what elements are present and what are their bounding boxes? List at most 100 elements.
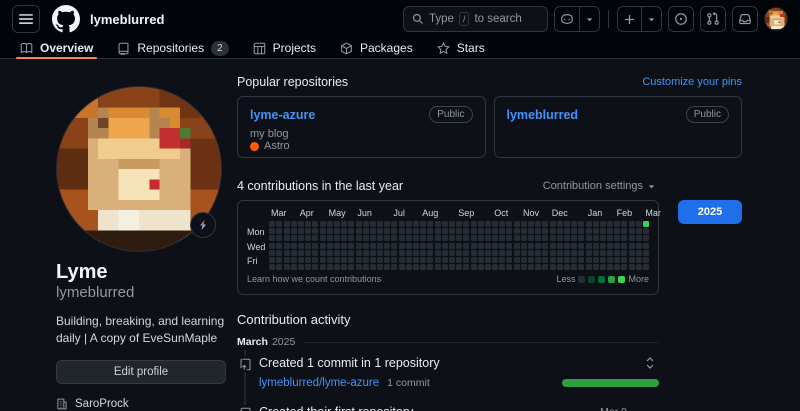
contribution-cell[interactable] [291,250,297,256]
contribution-cell[interactable] [535,264,541,270]
contribution-cell[interactable] [356,221,362,227]
contribution-cell[interactable] [377,264,383,270]
contribution-cell[interactable] [312,257,318,263]
contribution-cell[interactable] [542,250,548,256]
tab-packages[interactable]: Packages [330,38,423,58]
contribution-cell[interactable] [377,257,383,263]
contribution-cell[interactable] [327,221,333,227]
contribution-cell[interactable] [269,264,275,270]
contribution-cell[interactable] [291,264,297,270]
contribution-cell[interactable] [564,228,570,234]
contribution-cell[interactable] [514,243,520,249]
contribution-cell[interactable] [564,264,570,270]
contribution-cell[interactable] [320,250,326,256]
contribution-cell[interactable] [305,264,311,270]
contribution-cell[interactable] [413,257,419,263]
contribution-cell[interactable] [463,243,469,249]
contribution-cell[interactable] [499,228,505,234]
contribution-cell[interactable] [327,235,333,241]
contribution-cell[interactable] [284,264,290,270]
contribution-cell[interactable] [399,221,405,227]
contribution-cell[interactable] [535,235,541,241]
contribution-cell[interactable] [442,221,448,227]
contribution-cell[interactable] [363,257,369,263]
inbox-button[interactable] [732,6,758,32]
contribution-cell[interactable] [607,221,613,227]
contribution-cell[interactable] [305,243,311,249]
contribution-cell[interactable] [571,221,577,227]
contribution-cell[interactable] [420,243,426,249]
contribution-cell[interactable] [305,221,311,227]
contribution-cell[interactable] [614,235,620,241]
contribution-cell[interactable] [327,264,333,270]
contribution-cell[interactable] [564,235,570,241]
contribution-cell[interactable] [291,235,297,241]
contribution-cell[interactable] [521,235,527,241]
github-logo[interactable] [52,5,80,33]
contribution-cell[interactable] [621,228,627,234]
contribution-cell[interactable] [370,243,376,249]
customize-pins-link[interactable]: Customize your pins [642,76,742,88]
contribution-cell[interactable] [607,250,613,256]
contribution-cell[interactable] [456,257,462,263]
contribution-cell[interactable] [298,250,304,256]
contribution-cell[interactable] [643,264,649,270]
contribution-cell[interactable] [578,243,584,249]
contribution-cell[interactable] [463,221,469,227]
contribution-cell[interactable] [521,250,527,256]
organization-label[interactable]: SaroProck [75,398,129,410]
contribution-cell[interactable] [492,257,498,263]
contribution-cell[interactable] [391,243,397,249]
contribution-cell[interactable] [312,243,318,249]
contribution-cell[interactable] [435,257,441,263]
contribution-cell[interactable] [384,221,390,227]
user-avatar-small[interactable] [764,7,788,31]
contribution-cell[interactable] [593,264,599,270]
contribution-cell[interactable] [578,264,584,270]
contribution-cell[interactable] [442,235,448,241]
contribution-cell[interactable] [356,250,362,256]
issues-button[interactable] [668,6,694,32]
contribution-cell[interactable] [406,228,412,234]
contribution-cell[interactable] [471,221,477,227]
contribution-cell[interactable] [485,235,491,241]
contribution-cell[interactable] [506,250,512,256]
contribution-cell[interactable] [413,228,419,234]
contribution-cell[interactable] [607,257,613,263]
contribution-cell[interactable] [614,243,620,249]
contribution-cell[interactable] [284,257,290,263]
contribution-cell[interactable] [478,228,484,234]
contribution-cell[interactable] [305,228,311,234]
contribution-cell[interactable] [449,257,455,263]
contribution-cell[interactable] [406,257,412,263]
contribution-cell[interactable] [550,250,556,256]
contribution-cell[interactable] [320,264,326,270]
contribution-cell[interactable] [312,264,318,270]
contribution-cell[interactable] [471,228,477,234]
contribution-cell[interactable] [442,228,448,234]
contribution-cell[interactable] [499,235,505,241]
contribution-cell[interactable] [550,264,556,270]
contribution-cell[interactable] [341,257,347,263]
contribution-cell[interactable] [334,250,340,256]
year-2025-button[interactable]: 2025 [678,200,742,224]
contribution-cell[interactable] [435,264,441,270]
contribution-cell[interactable] [593,235,599,241]
contribution-cell[interactable] [284,250,290,256]
contribution-cell[interactable] [607,235,613,241]
contribution-cell[interactable] [593,228,599,234]
contribution-cell[interactable] [269,257,275,263]
contribution-cell[interactable] [334,264,340,270]
contribution-cell[interactable] [629,228,635,234]
contribution-cell[interactable] [406,250,412,256]
contribution-cell[interactable] [413,264,419,270]
contribution-cell[interactable] [463,235,469,241]
contribution-cell[interactable] [506,264,512,270]
contribution-cell[interactable] [391,228,397,234]
contribution-cell[interactable] [600,243,606,249]
contribution-cell[interactable] [449,235,455,241]
contribution-cell[interactable] [492,250,498,256]
tab-stars[interactable]: Stars [427,38,495,58]
contribution-cell[interactable] [550,243,556,249]
contribution-cell[interactable] [370,257,376,263]
